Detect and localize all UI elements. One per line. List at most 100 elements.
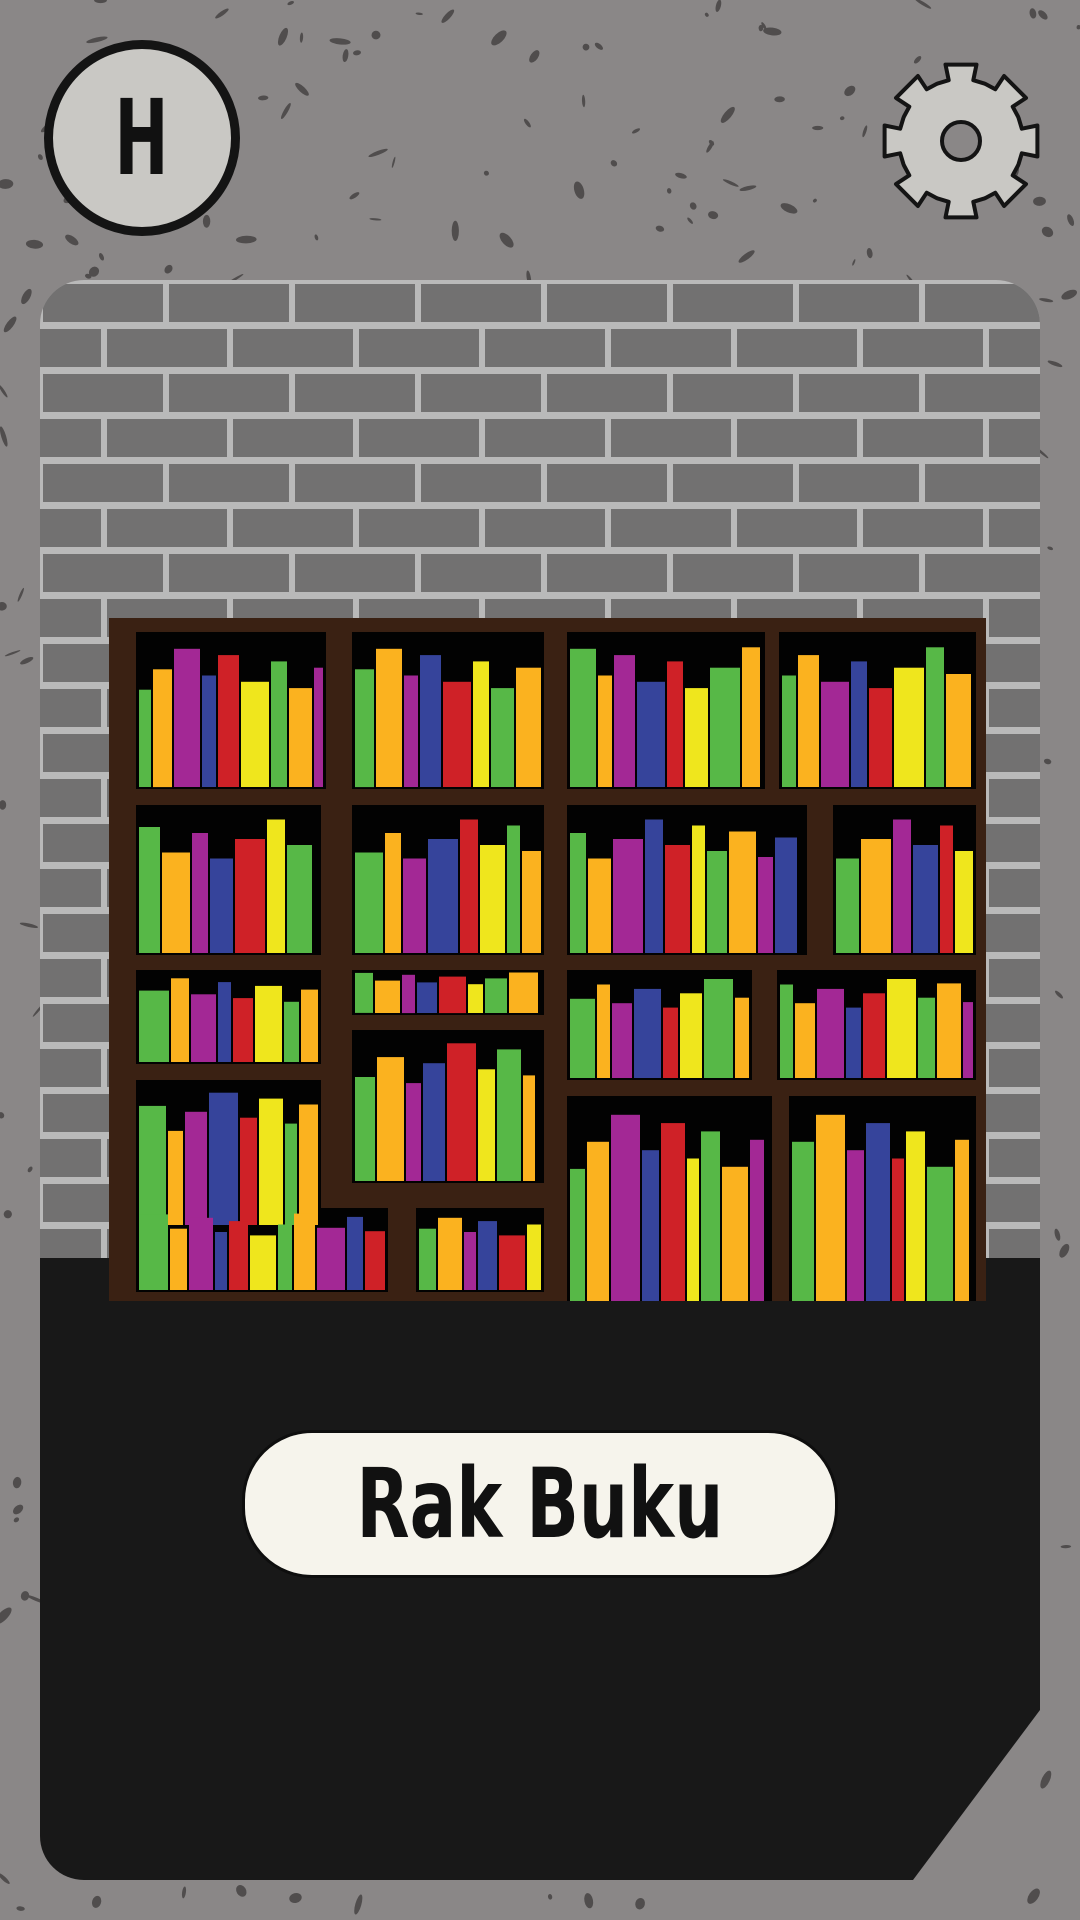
book xyxy=(570,833,586,953)
book xyxy=(355,669,374,788)
book xyxy=(946,674,971,787)
book xyxy=(588,858,611,953)
book xyxy=(665,845,690,953)
object-label-button[interactable]: Rak Buku xyxy=(242,1430,838,1578)
book xyxy=(473,661,489,787)
book xyxy=(192,833,208,953)
book xyxy=(863,993,885,1078)
book xyxy=(218,655,239,787)
book xyxy=(817,988,844,1078)
book xyxy=(685,688,708,787)
gear-icon[interactable] xyxy=(878,58,1044,224)
book xyxy=(218,982,231,1062)
book xyxy=(229,1221,248,1290)
book xyxy=(570,648,596,787)
book xyxy=(419,1228,436,1290)
book xyxy=(642,1150,659,1301)
book xyxy=(612,1003,632,1078)
book xyxy=(250,1235,276,1290)
book xyxy=(634,988,661,1078)
book xyxy=(892,1158,904,1301)
book xyxy=(821,681,849,787)
book xyxy=(680,993,702,1078)
book xyxy=(347,1216,363,1290)
book xyxy=(509,972,538,1013)
book xyxy=(687,1158,699,1301)
book xyxy=(614,655,635,787)
book xyxy=(375,980,400,1013)
book xyxy=(170,1228,187,1290)
book xyxy=(792,1141,814,1301)
book xyxy=(613,839,643,953)
book xyxy=(701,1131,720,1301)
book xyxy=(587,1141,609,1301)
book xyxy=(287,845,312,953)
book xyxy=(795,1003,815,1078)
book xyxy=(139,990,169,1062)
book xyxy=(906,1131,925,1301)
hint-button[interactable]: H xyxy=(44,40,240,236)
book xyxy=(869,688,892,787)
object-label: Rak Buku xyxy=(356,1448,724,1560)
book xyxy=(420,655,441,787)
book xyxy=(893,819,911,953)
book xyxy=(289,688,312,787)
book xyxy=(861,839,891,953)
book xyxy=(735,997,749,1078)
book xyxy=(836,858,859,953)
book xyxy=(782,675,796,787)
book xyxy=(376,648,402,787)
book xyxy=(851,661,867,787)
book xyxy=(597,984,610,1078)
book xyxy=(255,985,282,1062)
book xyxy=(663,1007,678,1078)
book xyxy=(913,845,938,953)
book xyxy=(447,1043,476,1181)
book xyxy=(139,1214,168,1290)
book xyxy=(775,837,797,953)
book xyxy=(355,852,383,953)
book xyxy=(710,667,740,787)
book xyxy=(235,839,265,953)
book xyxy=(707,851,727,953)
book xyxy=(299,1104,318,1225)
book xyxy=(516,667,541,787)
book xyxy=(926,647,944,787)
book xyxy=(527,1224,541,1290)
book xyxy=(478,1069,495,1181)
bookshelf[interactable] xyxy=(109,618,986,1301)
book xyxy=(139,1105,166,1225)
book xyxy=(485,978,507,1013)
book xyxy=(780,984,793,1078)
book xyxy=(404,675,418,787)
book xyxy=(240,1117,257,1225)
book xyxy=(355,972,373,1013)
book xyxy=(866,1123,890,1301)
book xyxy=(271,661,287,787)
book xyxy=(284,1001,299,1062)
book xyxy=(894,667,924,787)
book xyxy=(491,688,514,787)
book xyxy=(522,851,541,953)
book xyxy=(406,1083,421,1181)
book xyxy=(847,1150,864,1301)
book xyxy=(443,681,471,787)
book xyxy=(955,1139,969,1301)
book xyxy=(402,974,415,1014)
book xyxy=(927,1166,953,1301)
book xyxy=(171,978,189,1062)
book xyxy=(285,1123,297,1225)
book xyxy=(385,833,401,953)
book xyxy=(168,1130,183,1225)
book xyxy=(439,976,466,1014)
book xyxy=(259,1098,283,1225)
book xyxy=(417,982,437,1013)
book xyxy=(139,689,151,787)
book xyxy=(704,979,733,1078)
book xyxy=(667,661,683,787)
book xyxy=(846,1007,861,1078)
book xyxy=(278,1224,292,1290)
book xyxy=(661,1123,685,1301)
book xyxy=(816,1114,845,1301)
book xyxy=(940,825,953,953)
